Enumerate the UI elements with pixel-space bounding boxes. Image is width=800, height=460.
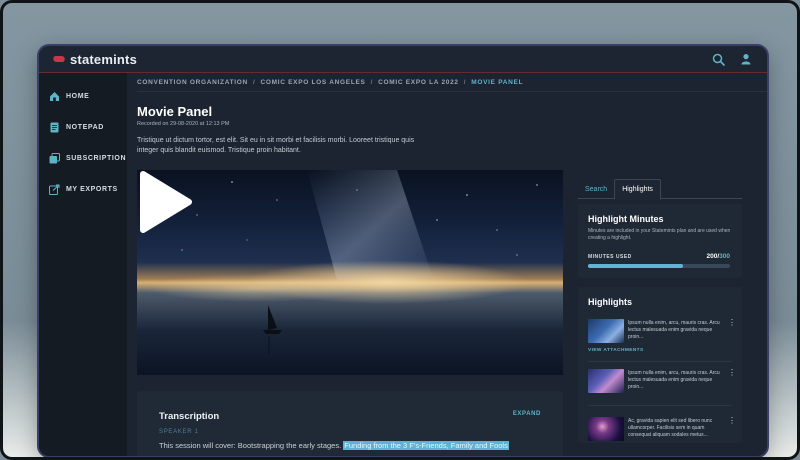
minutes-used-value: 200/300	[706, 253, 730, 260]
minutes-total: 300	[719, 253, 730, 260]
breadcrumb-item[interactable]: CONVENTION ORGANIZATION	[137, 79, 248, 86]
right-panel: Search Highlights Highlight Minutes Minu…	[578, 73, 758, 456]
minutes-progress-bar	[588, 264, 730, 268]
transcript-text[interactable]: This session will cover: Bootstrapping t…	[159, 441, 509, 450]
more-menu-icon[interactable]: ⋮	[728, 319, 736, 327]
sidebar-item-label: HOME	[66, 93, 90, 100]
speaker-label: SPEAKER 1	[159, 429, 199, 435]
sidebar: HOME NOTEPAD SUBSCRIPTION MY EXPORTS	[39, 73, 127, 456]
more-menu-icon[interactable]: ⋮	[728, 417, 736, 425]
app-window: statemints HOME NOTEPAD SUBSCRIPTION MY …	[39, 46, 767, 456]
divider	[588, 405, 732, 406]
highlight-thumbnail	[588, 319, 624, 343]
transcription-title: Transcription	[159, 411, 220, 422]
home-icon	[49, 91, 60, 102]
breadcrumb-separator: /	[463, 79, 467, 86]
logo[interactable]: statemints	[51, 51, 138, 67]
logo-text: statemints	[70, 51, 138, 67]
video-thumbnail	[147, 170, 538, 355]
highlight-thumbnail	[588, 417, 624, 441]
minutes-used-count: 200	[706, 253, 718, 260]
highlight-thumbnail	[588, 369, 624, 393]
sidebar-item-label: NOTEPAD	[66, 124, 104, 131]
breadcrumb-separator: /	[370, 79, 374, 86]
tab-highlights[interactable]: Highlights	[614, 179, 661, 200]
breadcrumb-separator: /	[252, 79, 256, 86]
page-description: Tristique ut dictum tortor, est elit. Si…	[137, 137, 415, 154]
card-title: Highlights	[588, 297, 632, 307]
logo-mark-icon	[51, 56, 67, 62]
tab-bar: Search Highlights	[578, 179, 742, 200]
sidebar-item-my-exports[interactable]: MY EXPORTS	[39, 174, 127, 205]
transcript-plain: This session will cover: Bootstrapping t…	[159, 441, 344, 450]
notepad-icon	[49, 122, 60, 133]
highlight-text: Ipsum nulla enim, arcu, mauris cras. Arc…	[628, 320, 720, 340]
highlight-minutes-card: Highlight Minutes Minutes are included i…	[578, 204, 742, 278]
transcription-panel: Transcription EXPAND SPEAKER 1 This sess…	[137, 391, 563, 456]
video-player[interactable]	[137, 170, 563, 375]
view-attachments-link[interactable]: VIEW ATTACHMENTS	[588, 348, 644, 353]
breadcrumb-item-current: MOVIE PANEL	[471, 79, 524, 86]
minutes-progress-fill	[588, 264, 683, 268]
breadcrumb: CONVENTION ORGANIZATION / COMIC EXPO LOS…	[137, 79, 523, 86]
card-title: Highlight Minutes	[588, 214, 664, 224]
card-subtitle: Minutes are included in your Statemints …	[588, 228, 731, 241]
sidebar-item-notepad[interactable]: NOTEPAD	[39, 112, 127, 143]
minutes-used-label: MINUTES USED	[588, 254, 632, 260]
user-icon[interactable]	[739, 52, 753, 66]
highlight-text: Ac, gravida sapien elit sed libero nunc …	[628, 418, 713, 438]
tab-search[interactable]: Search	[578, 179, 614, 199]
breadcrumb-item[interactable]: COMIC EXPO LOS ANGELES	[260, 79, 365, 86]
top-bar: statemints	[39, 46, 767, 73]
search-icon[interactable]	[711, 52, 725, 66]
transcript-highlight[interactable]: Funding from the 3 F's-Friends, Family a…	[343, 441, 509, 450]
recorded-date: Recorded on 29-08-2020 at 12:13 PM	[137, 121, 230, 127]
sidebar-item-label: SUBSCRIPTION	[66, 155, 127, 162]
highlight-item[interactable]: Ipsum nulla enim, arcu, mauris cras. Arc…	[588, 369, 736, 399]
device-frame: statemints HOME NOTEPAD SUBSCRIPTION MY …	[0, 0, 800, 460]
expand-button[interactable]: EXPAND	[513, 411, 541, 417]
highlight-text: Ipsum nulla enim, arcu, mauris cras. Arc…	[628, 370, 720, 390]
main-content: CONVENTION ORGANIZATION / COMIC EXPO LOS…	[127, 73, 767, 456]
sidebar-item-subscription[interactable]: SUBSCRIPTION	[39, 143, 127, 174]
divider	[588, 361, 732, 362]
more-menu-icon[interactable]: ⋮	[728, 369, 736, 377]
breadcrumb-item[interactable]: COMIC EXPO LA 2022	[378, 79, 459, 86]
play-icon[interactable]	[137, 170, 193, 234]
export-icon	[49, 184, 60, 195]
page-title: Movie Panel	[137, 104, 213, 119]
highlight-item[interactable]: Ipsum nulla enim, arcu, mauris cras. Arc…	[588, 319, 736, 349]
sidebar-item-home[interactable]: HOME	[39, 81, 127, 112]
subscription-icon	[49, 153, 60, 164]
sidebar-item-label: MY EXPORTS	[66, 186, 118, 193]
highlight-item[interactable]: Ac, gravida sapien elit sed libero nunc …	[588, 417, 736, 447]
highlights-card: Highlights Ipsum nulla enim, arcu, mauri…	[578, 287, 742, 443]
